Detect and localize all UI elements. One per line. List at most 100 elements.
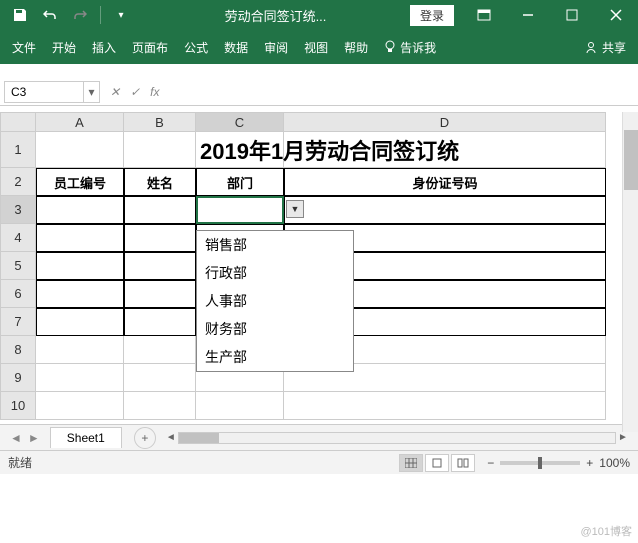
cell-b2[interactable]: 姓名 bbox=[124, 168, 196, 196]
zoom-out-button[interactable]: − bbox=[487, 456, 494, 470]
cell-d3[interactable] bbox=[284, 196, 606, 224]
row-header-4[interactable]: 4 bbox=[0, 224, 36, 252]
login-button[interactable]: 登录 bbox=[410, 5, 454, 26]
cell-d2[interactable]: 身份证号码 bbox=[284, 168, 606, 196]
row-header-1[interactable]: 1 bbox=[0, 132, 36, 168]
cell-d10[interactable] bbox=[284, 392, 606, 420]
dropdown-item[interactable]: 生产部 bbox=[197, 343, 353, 371]
cell-a5[interactable] bbox=[36, 252, 124, 280]
col-header-b[interactable]: B bbox=[124, 112, 196, 132]
col-header-a[interactable]: A bbox=[36, 112, 124, 132]
cell-c3[interactable]: ▼ bbox=[196, 196, 284, 224]
cell-b7[interactable] bbox=[124, 308, 196, 336]
cell-a1[interactable] bbox=[36, 132, 124, 168]
minimize-button[interactable] bbox=[506, 0, 550, 30]
tab-help[interactable]: 帮助 bbox=[336, 33, 376, 62]
hscroll-thumb[interactable] bbox=[179, 433, 219, 443]
zoom-slider[interactable] bbox=[500, 461, 580, 465]
name-box[interactable]: C3 bbox=[4, 81, 84, 103]
tab-formulas[interactable]: 公式 bbox=[176, 33, 216, 62]
tab-file[interactable]: 文件 bbox=[4, 33, 44, 62]
row-header-3[interactable]: 3 bbox=[0, 196, 36, 224]
tab-review[interactable]: 审阅 bbox=[256, 33, 296, 62]
cell-b9[interactable] bbox=[124, 364, 196, 392]
cell-a7[interactable] bbox=[36, 308, 124, 336]
row-header-5[interactable]: 5 bbox=[0, 252, 36, 280]
sheet-next-button[interactable]: ► bbox=[28, 431, 40, 445]
dropdown-item[interactable]: 行政部 bbox=[197, 259, 353, 287]
add-sheet-button[interactable]: + bbox=[134, 427, 156, 449]
dropdown-handle[interactable]: ▼ bbox=[286, 200, 304, 218]
save-button[interactable] bbox=[8, 3, 32, 27]
normal-view-button[interactable] bbox=[399, 454, 423, 472]
tab-page-layout[interactable]: 页面布 bbox=[124, 33, 176, 62]
vertical-scroll-thumb[interactable] bbox=[624, 130, 638, 190]
dropdown-item[interactable]: 销售部 bbox=[197, 231, 353, 259]
row-2: 2 员工编号 姓名 部门 身份证号码 bbox=[0, 168, 638, 196]
row-1: 1 2019年1月劳动合同签订统 bbox=[0, 132, 638, 168]
share-button[interactable]: 共享 bbox=[576, 33, 634, 62]
zoom-knob[interactable] bbox=[538, 457, 542, 469]
ribbon-display-button[interactable] bbox=[462, 0, 506, 30]
vertical-scrollbar[interactable] bbox=[622, 112, 638, 432]
hscroll-track[interactable] bbox=[178, 432, 616, 444]
row-header-2[interactable]: 2 bbox=[0, 168, 36, 196]
horizontal-scrollbar[interactable]: ◄ ► bbox=[164, 431, 630, 445]
watermark: @101博客 bbox=[580, 523, 632, 539]
zoom-in-button[interactable]: + bbox=[586, 456, 593, 470]
row-header-7[interactable]: 7 bbox=[0, 308, 36, 336]
cell-a10[interactable] bbox=[36, 392, 124, 420]
cell-a8[interactable] bbox=[36, 336, 124, 364]
cell-b8[interactable] bbox=[124, 336, 196, 364]
page-break-view-button[interactable] bbox=[451, 454, 475, 472]
cancel-formula-button[interactable]: ✕ bbox=[110, 85, 120, 99]
cell-b1[interactable] bbox=[124, 132, 196, 168]
close-button[interactable] bbox=[594, 0, 638, 30]
row-header-8[interactable]: 8 bbox=[0, 336, 36, 364]
lightbulb-icon bbox=[384, 40, 396, 54]
cell-a4[interactable] bbox=[36, 224, 124, 252]
formula-input[interactable] bbox=[159, 81, 638, 103]
cell-c10[interactable] bbox=[196, 392, 284, 420]
maximize-button[interactable] bbox=[550, 0, 594, 30]
status-bar: 就绪 − + 100% bbox=[0, 450, 638, 474]
tab-insert[interactable]: 插入 bbox=[84, 33, 124, 62]
select-all-corner[interactable] bbox=[0, 112, 36, 132]
redo-button[interactable] bbox=[68, 3, 92, 27]
formula-buttons: ✕ ✓ fx bbox=[110, 85, 159, 99]
page-layout-view-button[interactable] bbox=[425, 454, 449, 472]
row-header-6[interactable]: 6 bbox=[0, 280, 36, 308]
sheet-prev-button[interactable]: ◄ bbox=[10, 431, 22, 445]
cell-a9[interactable] bbox=[36, 364, 124, 392]
tab-home[interactable]: 开始 bbox=[44, 33, 84, 62]
dropdown-item[interactable]: 人事部 bbox=[197, 287, 353, 315]
cell-c2[interactable]: 部门 bbox=[196, 168, 284, 196]
cell-a2[interactable]: 员工编号 bbox=[36, 168, 124, 196]
hscroll-right[interactable]: ► bbox=[616, 431, 630, 445]
col-header-c[interactable]: C bbox=[196, 112, 284, 132]
row-header-10[interactable]: 10 bbox=[0, 392, 36, 420]
tell-me-search[interactable]: 告诉我 bbox=[376, 33, 444, 62]
dropdown-item[interactable]: 财务部 bbox=[197, 315, 353, 343]
cell-b4[interactable] bbox=[124, 224, 196, 252]
tab-view[interactable]: 视图 bbox=[296, 33, 336, 62]
zoom-level[interactable]: 100% bbox=[599, 456, 630, 470]
hscroll-left[interactable]: ◄ bbox=[164, 431, 178, 445]
col-header-d[interactable]: D bbox=[284, 112, 606, 132]
undo-button[interactable] bbox=[38, 3, 62, 27]
cell-b5[interactable] bbox=[124, 252, 196, 280]
formula-bar: C3 ▾ ✕ ✓ fx bbox=[0, 78, 638, 106]
cell-a6[interactable] bbox=[36, 280, 124, 308]
name-box-dropdown[interactable]: ▾ bbox=[84, 81, 100, 103]
row-header-9[interactable]: 9 bbox=[0, 364, 36, 392]
enter-formula-button[interactable]: ✓ bbox=[130, 85, 140, 99]
qat-customize[interactable]: ▾ bbox=[109, 3, 133, 27]
tab-data[interactable]: 数据 bbox=[216, 33, 256, 62]
insert-function-button[interactable]: fx bbox=[150, 85, 159, 99]
cell-b6[interactable] bbox=[124, 280, 196, 308]
cell-b3[interactable] bbox=[124, 196, 196, 224]
cell-a3[interactable] bbox=[36, 196, 124, 224]
cell-c1[interactable]: 2019年1月劳动合同签订统 bbox=[196, 132, 284, 168]
cell-b10[interactable] bbox=[124, 392, 196, 420]
sheet-tab-1[interactable]: Sheet1 bbox=[50, 427, 122, 448]
